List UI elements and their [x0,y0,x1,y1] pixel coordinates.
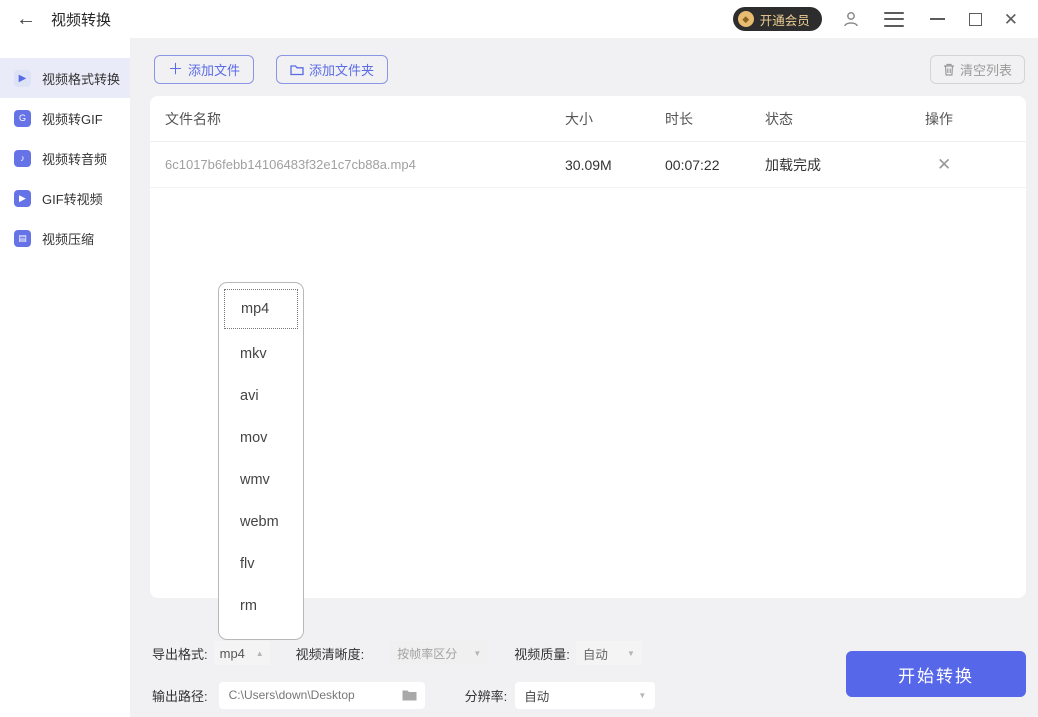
add-folder-button[interactable]: 添加文件夹 [276,55,389,84]
add-file-button[interactable]: ＋ 添加文件 [154,55,255,84]
sidebar-item-label: 视频转音频 [42,151,108,167]
plus-icon: ＋ [168,61,184,78]
gif-to-video-icon: ▶ [14,189,31,207]
col-operation: 操作 [925,110,953,127]
output-path-field[interactable] [218,681,425,709]
clear-list-button[interactable]: 清空列表 [929,55,1025,84]
browse-folder-icon[interactable] [402,689,417,701]
sidebar-item-video-to-audio[interactable]: ♪ 视频转音频 [0,138,130,178]
col-status: 状态 [765,110,793,127]
col-size: 大小 [565,110,593,127]
resolution-value: 自动 [524,689,550,704]
dropdown-option-flv[interactable]: flv [219,543,303,585]
back-icon[interactable]: ← [16,9,36,29]
start-convert-button[interactable]: 开始转换 [846,651,1026,697]
gem-icon: ◆ [737,11,754,27]
quality-value: 自动 [582,647,608,662]
dropdown-option-mkv[interactable]: mkv [219,333,303,375]
file-size: 30.09M [565,156,612,173]
folder-icon [290,64,304,75]
add-folder-label: 添加文件夹 [309,63,375,78]
sidebar-item-video-compress[interactable]: ▤ 视频压缩 [0,218,130,258]
trash-icon [943,63,954,76]
sidebar-item-label: 视频转GIF [42,111,103,127]
export-format-value: mp4 [219,645,245,661]
clear-list-label: 清空列表 [959,63,1012,78]
table-row[interactable]: 6c1017b6febb14106483f32e1c7cb88a.mp4 30.… [150,142,1026,188]
minimize-button[interactable] [929,18,945,20]
caret-down-icon: ▼ [626,648,635,658]
dropdown-option-mov[interactable]: mov [219,417,303,459]
output-path-label: 输出路径: [152,688,208,704]
titlebar: ← 视频转换 ◆ 开通会员 ✕ [0,0,1038,38]
video-to-audio-icon: ♪ [14,149,31,167]
close-button[interactable]: ✕ [1004,11,1018,28]
menu-icon[interactable] [883,11,904,27]
dropdown-option-avi[interactable]: avi [219,375,303,417]
sidebar-item-gif-to-video[interactable]: ▶ GIF转视频 [0,178,130,218]
table-header: 文件名称 大小 时长 状态 操作 [150,96,1026,142]
clarity-label: 视频清晰度: [295,646,365,662]
export-format-label: 导出格式: [152,646,208,662]
format-dropdown-popup: mp4 mkv avi mov wmv webm flv rm [218,282,304,640]
titlebar-controls: ◆ 开通会员 ✕ [732,7,1038,31]
clarity-value: 按帧率区分 [397,646,458,661]
toolbar: ＋ 添加文件 添加文件夹 [154,55,389,84]
sidebar-item-label: 视频压缩 [42,231,95,247]
sidebar-item-video-to-gif[interactable]: G 视频转GIF [0,98,130,138]
col-filename: 文件名称 [165,110,221,127]
page-title: 视频转换 [51,11,112,29]
dropdown-option-mp4[interactable]: mp4 [224,289,298,329]
dropdown-option-wmv[interactable]: wmv [219,459,303,501]
sidebar: ▶ 视频格式转换 G 视频转GIF ♪ 视频转音频 ▶ GIF转视频 ▤ 视频压… [0,38,130,717]
export-format-select[interactable]: mp4 ▲ [213,641,270,665]
play-icon: ▶ [14,69,31,87]
file-duration: 00:07:22 [665,156,720,173]
dropdown-option-rm[interactable]: rm [219,585,303,627]
sidebar-item-label: GIF转视频 [42,191,103,207]
sidebar-item-label: 视频格式转换 [42,71,121,87]
resolution-select[interactable]: 自动 ▼ [515,681,656,709]
user-icon[interactable] [842,10,860,28]
add-file-label: 添加文件 [188,63,241,78]
quality-select[interactable]: 自动 ▼ [575,641,642,665]
col-duration: 时长 [665,110,693,127]
vip-membership-button[interactable]: ◆ 开通会员 [732,7,822,31]
caret-down-icon: ▼ [638,690,647,700]
file-status: 加载完成 [765,156,821,173]
caret-up-icon: ▲ [255,648,264,658]
video-compress-icon: ▤ [14,229,31,247]
clarity-select[interactable]: 按帧率区分 ▼ [390,641,489,665]
remove-file-icon[interactable]: ✕ [925,155,1011,175]
resolution-label: 分辨率: [464,688,508,704]
vip-label: 开通会员 [759,13,810,28]
maximize-button[interactable] [968,12,982,26]
dropdown-option-webm[interactable]: webm [219,501,303,543]
file-name: 6c1017b6febb14106483f32e1c7cb88a.mp4 [165,157,416,172]
sidebar-item-video-format-convert[interactable]: ▶ 视频格式转换 [0,58,130,98]
settings-row-1: 导出格式: mp4 ▲ 视频清晰度: 按帧率区分 ▼ 视频质量: 自动 ▼ [152,640,642,666]
quality-label: 视频质量: [514,646,570,662]
video-to-gif-icon: G [14,109,31,127]
output-path-input[interactable] [228,688,402,702]
settings-row-2: 输出路径: 分辨率: 自动 ▼ [152,681,656,709]
caret-down-icon: ▼ [473,648,482,658]
